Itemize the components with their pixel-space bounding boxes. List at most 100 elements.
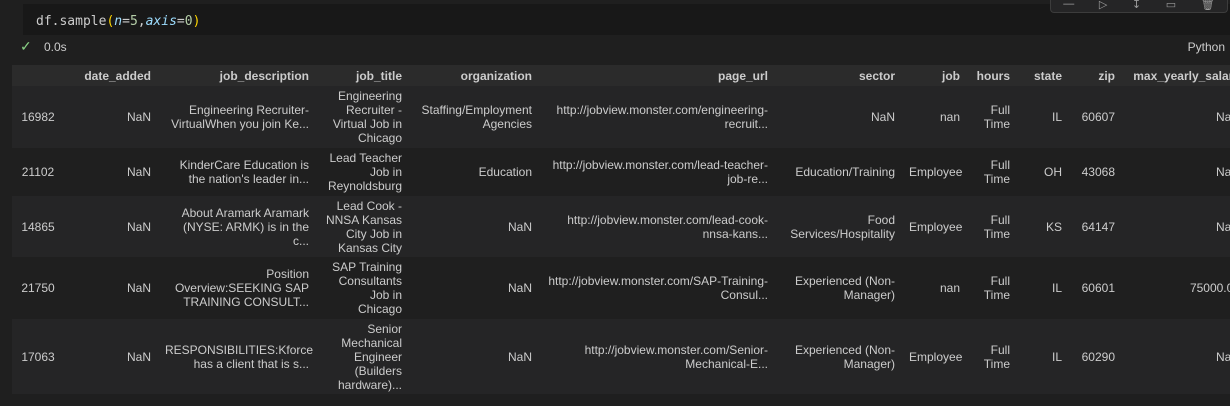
code-param-n: n (114, 14, 123, 29)
cell-job-description: KinderCare Education is the nation's lea… (179, 158, 309, 186)
column-header: organization (460, 68, 532, 83)
cell-job: Employee (909, 219, 963, 234)
code-equals: = (122, 14, 130, 29)
cell-hours: Full Time (983, 158, 1010, 186)
cell-job: nan (939, 281, 960, 295)
table-row: 21102 NaN KinderCare Education is the na… (12, 148, 1230, 196)
cell-max-yearly-salary: NaN (1215, 165, 1230, 179)
success-check-icon: ✓ (20, 38, 32, 54)
cell-date-added: NaN (126, 165, 151, 179)
cell-hours: Full Time (983, 103, 1010, 131)
cell-max-yearly-salary: NaN (1215, 349, 1230, 364)
cell-date-added: NaN (126, 349, 151, 364)
cell-job: nan (939, 110, 960, 124)
cell-job: Employee (909, 165, 963, 179)
cell-toolbar: — ▷ ↧ ▭ 🗑 (1050, 0, 1228, 13)
dataframe-output: date_added job_description job_title org… (12, 65, 1230, 394)
code-editor-line[interactable]: df.sample(n=5,axis=0) (36, 14, 200, 29)
column-header: sector (858, 68, 895, 83)
kernel-language-label[interactable]: Python (1188, 40, 1225, 54)
cell-zip: 60290 (1081, 349, 1115, 364)
column-header-index (12, 65, 64, 86)
cell-sector: NaN (870, 110, 895, 124)
table-header-row: date_added job_description job_title org… (12, 65, 1230, 86)
split-icon[interactable]: ▭ (1166, 0, 1176, 11)
cell-page-url: http://jobview.monster.com/lead-teacher-… (552, 158, 768, 186)
cell-status-row: ✓ 0.0s Python (0, 35, 1230, 57)
cell-job: Employee (909, 349, 963, 364)
cell-zip: 60601 (1081, 281, 1115, 295)
cell-state: KS (1045, 219, 1062, 234)
cell-page-url: http://jobview.monster.com/lead-cook-nns… (567, 212, 768, 241)
run-above-icon[interactable]: ↧ (1132, 0, 1141, 11)
column-header: hours (976, 68, 1010, 83)
code-value-n: 5 (129, 14, 138, 29)
cell-date-added: NaN (126, 281, 151, 295)
row-index: 21750 (21, 281, 55, 295)
code-close-paren: ) (192, 14, 201, 29)
cell-job-title: Lead Teacher Job in Reynoldsburg (327, 151, 402, 193)
column-header: state (1033, 68, 1062, 83)
table-row: 21750 NaN Position Overview:SEEKING SAP … (12, 257, 1230, 319)
row-index: 17063 (21, 349, 55, 364)
cell-max-yearly-salary: 75000.00 (1189, 281, 1230, 295)
column-header: page_url (717, 68, 768, 83)
cell-job-description: About Aramark Aramark (NYSE: ARMK) is in… (181, 205, 309, 248)
cell-sector: Experienced (Non-Manager) (794, 342, 895, 371)
cell-zip: 43068 (1081, 165, 1115, 179)
cell-job-description: RESPONSIBILITIES:Kforce has a client tha… (165, 342, 314, 371)
code-param-axis: axis (145, 14, 177, 29)
cell-max-yearly-salary: NaN (1215, 219, 1230, 234)
run-below-icon[interactable]: ▷ (1099, 0, 1107, 11)
table-row: 17063 NaN RESPONSIBILITIES:Kforce has a … (12, 319, 1230, 394)
cell-organization: NaN (507, 219, 532, 234)
cell-organization: Education (478, 165, 532, 179)
cell-max-yearly-salary: NaN (1215, 110, 1230, 124)
cell-sector: Experienced (Non-Manager) (794, 274, 895, 302)
row-index: 21102 (21, 165, 55, 179)
code-comma: , (137, 14, 146, 29)
cell-organization: Staffing/Employment Agencies (421, 103, 532, 131)
cell-state: OH (1044, 165, 1062, 179)
column-header: date_added (84, 68, 151, 83)
cell-state: IL (1051, 281, 1062, 295)
code-cell[interactable]: df.sample(n=5,axis=0) (23, 4, 1230, 35)
cell-state: IL (1051, 110, 1062, 124)
cell-sector: Food Services/Hospitality (790, 212, 895, 241)
row-index: 16982 (21, 110, 55, 124)
code-equals: = (176, 14, 185, 29)
cell-page-url: http://jobview.monster.com/SAP-Training-… (548, 274, 768, 302)
cell-zip: 60607 (1081, 110, 1115, 124)
dataframe-table: date_added job_description job_title org… (12, 65, 1230, 394)
column-header: job_description (219, 68, 309, 83)
cell-organization: NaN (507, 281, 532, 295)
more-icon[interactable]: — (1063, 0, 1074, 10)
table-row: 14865 NaN About Aramark Aramark (NYSE: A… (12, 196, 1230, 257)
cell-state: IL (1051, 349, 1062, 364)
code-function: df.sample (36, 14, 107, 29)
cell-hours: Full Time (983, 274, 1010, 302)
cell-job-title: Lead Cook - NNSA Kansas City Job in Kans… (325, 198, 402, 255)
cell-hours: Full Time (983, 342, 1010, 371)
cell-date-added: NaN (126, 219, 151, 234)
cell-zip: 64147 (1081, 219, 1115, 234)
column-header: job (942, 68, 960, 83)
cell-sector: Education/Training (795, 165, 895, 179)
execution-time: 0.0s (44, 40, 67, 54)
cell-job-description: Position Overview:SEEKING SAP TRAINING C… (174, 267, 309, 309)
code-value-axis: 0 (184, 14, 193, 29)
cell-page-url: http://jobview.monster.com/engineering-r… (556, 103, 768, 131)
cell-organization: NaN (507, 349, 532, 364)
column-header: zip (1098, 68, 1115, 83)
table-row: 16982 NaN Engineering Recruiter-VirtualW… (12, 86, 1230, 148)
cell-hours: Full Time (983, 212, 1010, 241)
column-header: job_title (355, 68, 402, 83)
cell-date-added: NaN (126, 110, 151, 124)
cell-job-title: Engineering Recruiter - Virtual Job in C… (332, 89, 402, 145)
delete-icon[interactable]: 🗑 (1201, 0, 1215, 11)
cell-job-description: Engineering Recruiter-VirtualWhen you jo… (171, 103, 309, 131)
column-header: max_yearly_salary (1133, 68, 1230, 83)
row-index: 14865 (21, 219, 55, 234)
cell-job-title: Senior Mechanical Engineer (Builders har… (337, 321, 402, 392)
cell-job-title: SAP Training Consultants Job in Chicago (332, 260, 402, 316)
